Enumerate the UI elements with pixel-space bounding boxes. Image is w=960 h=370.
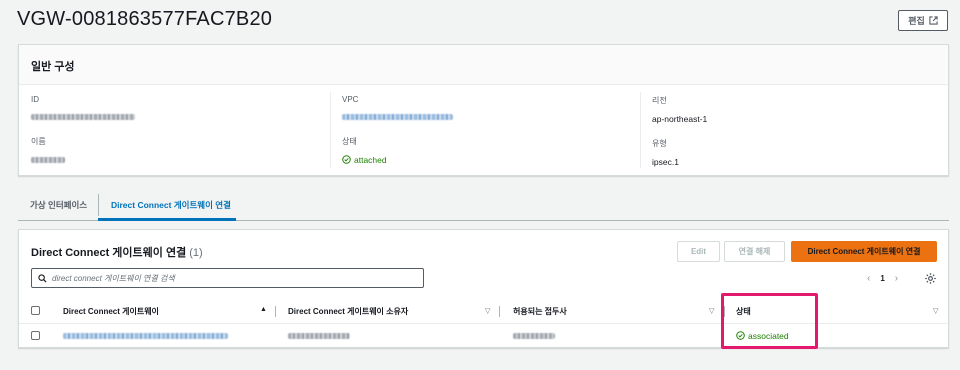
search-input[interactable]: direct connect 게이트웨이 연결 검색 [31, 268, 424, 288]
redacted-owner [288, 332, 350, 339]
panel-title: Direct Connect 게이트웨이 연결 (1) [31, 244, 203, 260]
name-label: 이름 [31, 137, 46, 146]
tab-virtual-interfaces[interactable]: 가상 인터페이스 [30, 190, 87, 220]
edit-association-button[interactable]: Edit [677, 241, 720, 262]
id-value [31, 111, 331, 122]
column-header-gateway[interactable]: Direct Connect 게이트웨이 [63, 298, 159, 324]
associate-dx-gateway-button[interactable]: Direct Connect 게이트웨이 연결 [791, 241, 937, 262]
page-title: VGW-0081863577FAC7B20 [17, 8, 273, 30]
redacted-name [31, 156, 65, 163]
sort-caret-icon[interactable]: ▽ [485, 307, 490, 315]
id-label: ID [31, 95, 39, 104]
sort-caret-icon[interactable]: ▽ [933, 307, 938, 315]
type-label: 유형 [652, 139, 667, 148]
select-all-checkbox[interactable] [31, 306, 40, 315]
column-separator[interactable] [499, 306, 500, 317]
details-column-2: VPC 상태 attached [342, 95, 642, 170]
sort-ascending-icon[interactable]: ▲ [260, 306, 267, 313]
panel-count: (1) [189, 247, 203, 259]
type-value: ipsec.1 [652, 156, 679, 167]
edit-button[interactable]: 편집 [898, 10, 948, 31]
search-placeholder: direct connect 게이트웨이 연결 검색 [52, 273, 175, 283]
column-separator[interactable] [275, 306, 276, 317]
search-icon [38, 273, 47, 283]
chevron-right-icon[interactable]: › [895, 273, 898, 284]
state-cell: associated [736, 324, 789, 347]
vpc-value[interactable] [342, 111, 642, 122]
state-text: attached [354, 154, 387, 165]
column-header-allowed-prefixes[interactable]: 허용되는 접두사 [513, 298, 567, 324]
region-label: 리전 [652, 96, 667, 105]
sort-caret-icon[interactable]: ▽ [709, 307, 714, 315]
edit-button-label: 편집 [908, 16, 925, 26]
tab-dx-gateway-associations[interactable]: Direct Connect 게이트웨이 연결 [98, 194, 231, 216]
vpc-label: VPC [342, 95, 359, 104]
active-tab-indicator [98, 218, 236, 221]
state-value: attached [342, 154, 642, 165]
general-config-header: 일반 구성 [19, 45, 948, 85]
general-config-card: 일반 구성 ID 이름 VPC 상태 attached 리전 ap-northe… [18, 44, 949, 176]
details-column-3: 리전 ap-northeast-1 유형 ipsec.1 [652, 95, 952, 170]
region-value: ap-northeast-1 [652, 113, 708, 124]
redacted-gateway-link[interactable] [63, 332, 228, 339]
gear-icon[interactable] [924, 272, 937, 285]
row-checkbox[interactable] [31, 331, 40, 340]
state-label: 상태 [342, 137, 357, 146]
column-divider [330, 92, 331, 168]
prefixes-cell [513, 324, 555, 347]
check-circle-icon [736, 331, 745, 340]
row-state-text: associated [748, 330, 789, 341]
column-separator[interactable] [724, 306, 725, 317]
column-header-owner[interactable]: Direct Connect 게이트웨이 소유자 [288, 298, 408, 324]
column-header-state[interactable]: 상태 [736, 298, 751, 324]
name-value [31, 154, 331, 165]
check-circle-icon [342, 155, 351, 164]
chevron-left-icon[interactable]: ‹ [867, 273, 870, 284]
dx-gateway-associations-panel: Direct Connect 게이트웨이 연결 (1) Edit 연결 해제 D… [18, 229, 949, 348]
pagination: ‹ 1 › [867, 273, 898, 284]
owner-cell [288, 324, 350, 347]
external-link-icon [929, 16, 938, 25]
detail-tabs: 가상 인터페이스 Direct Connect 게이트웨이 연결 [18, 190, 949, 221]
gateway-cell[interactable] [63, 324, 228, 347]
detach-button[interactable]: 연결 해제 [724, 241, 785, 262]
redacted-vpc-link[interactable] [342, 113, 453, 120]
table-row[interactable]: associated [19, 324, 948, 347]
redacted-id [31, 113, 135, 120]
panel-title-text: Direct Connect 게이트웨이 연결 [31, 247, 187, 259]
details-column-1: ID 이름 [31, 95, 331, 179]
page-number[interactable]: 1 [880, 274, 884, 283]
redacted-prefixes [513, 332, 555, 339]
column-divider [640, 92, 641, 168]
table-header: Direct Connect 게이트웨이 ▲ Direct Connect 게이… [19, 298, 948, 324]
